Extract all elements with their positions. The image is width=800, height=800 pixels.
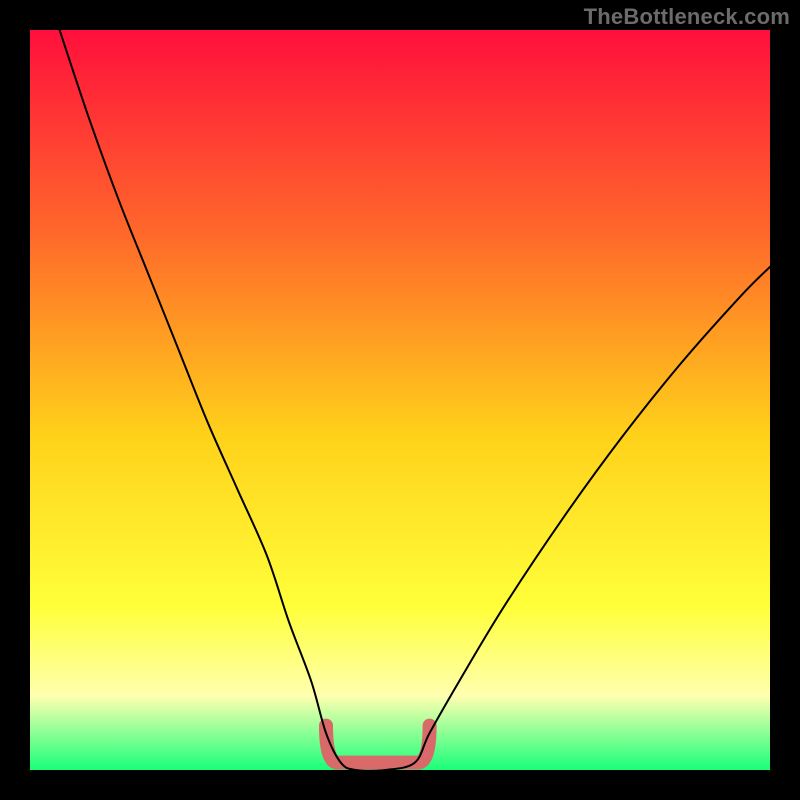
- plot-area: [30, 30, 770, 770]
- chart-frame: TheBottleneck.com: [0, 0, 800, 800]
- bottleneck-chart: [30, 30, 770, 770]
- heatmap-background: [30, 30, 770, 770]
- watermark-text: TheBottleneck.com: [584, 4, 790, 30]
